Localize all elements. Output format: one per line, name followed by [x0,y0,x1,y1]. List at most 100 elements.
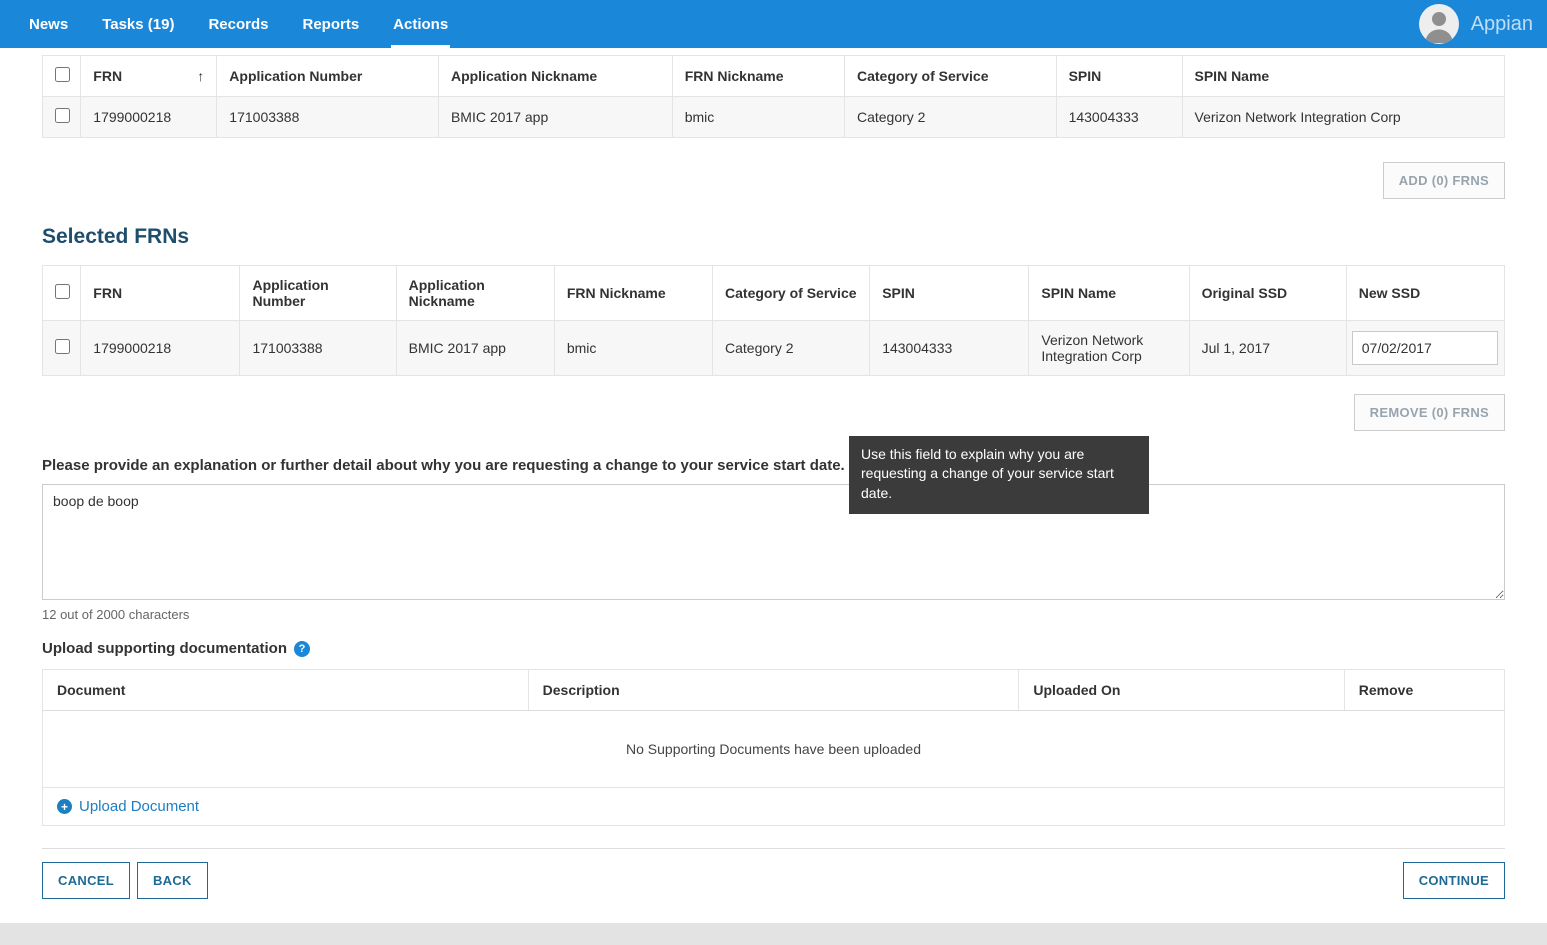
back-button[interactable]: BACK [137,862,208,899]
column-header-application-number[interactable]: Application Number [217,56,439,97]
table-row: 1799000218 171003388 BMIC 2017 app bmic … [43,97,1505,138]
column-header-spin-name[interactable]: SPIN Name [1182,56,1505,97]
nav-item-tasks[interactable]: Tasks (19) [85,0,191,48]
column-header-original-ssd[interactable]: Original SSD [1189,266,1346,321]
upload-document-link[interactable]: Upload Document [79,798,199,815]
available-frns-table: FRN ↑ Application Number Application Nic… [42,55,1505,138]
table-header-row: Document Description Uploaded On Remove [43,670,1505,711]
column-header-label: FRN Nickname [685,68,784,84]
explanation-label-row: Please provide an explanation or further… [42,457,1505,474]
select-all-checkbox[interactable] [55,284,70,299]
explanation-textarea[interactable]: boop de boop [42,484,1505,600]
main-content: FRN ↑ Application Number Application Nic… [0,48,1547,923]
column-header-label: SPIN [882,285,915,301]
row-checkbox[interactable] [55,339,70,354]
column-header-uploaded-on: Uploaded On [1019,670,1344,711]
upload-link-container: + Upload Document [42,788,1505,826]
add-frns-button-row: ADD (0) FRNS [42,162,1505,199]
column-header-application-nickname[interactable]: Application Nickname [396,266,554,321]
column-header-label: SPIN Name [1195,68,1270,84]
column-header-label: FRN [93,68,122,84]
cancel-button[interactable]: CANCEL [42,862,130,899]
empty-state-message: No Supporting Documents have been upload… [43,711,1505,788]
nav-item-records[interactable]: Records [191,0,285,48]
table-header-row: FRN ↑ Application Number Application Nic… [43,56,1505,97]
column-header-spin[interactable]: SPIN [870,266,1029,321]
upload-document-row: + Upload Document [43,788,1504,825]
column-header-label: FRN Nickname [567,285,666,301]
explanation-label: Please provide an explanation or further… [42,457,845,474]
sort-ascending-icon[interactable]: ↑ [197,68,204,84]
cell-category-of-service: Category 2 [844,97,1056,138]
column-header-label: SPIN [1069,68,1102,84]
upload-label: Upload supporting documentation [42,640,287,657]
column-header-label: SPIN Name [1041,285,1116,301]
upload-label-row: Upload supporting documentation ? [42,640,1505,657]
cell-original-ssd: Jul 1, 2017 [1189,321,1346,376]
nav-spacer [465,0,1419,48]
column-header-application-number[interactable]: Application Number [240,266,396,321]
continue-button[interactable]: CONTINUE [1403,862,1505,899]
cell-frn-nickname: bmic [554,321,712,376]
column-header-label: Application Nickname [409,277,485,309]
column-header-frn[interactable]: FRN ↑ [81,56,217,97]
cell-application-number: 171003388 [217,97,439,138]
column-header-label: Application Nickname [451,68,597,84]
brand-logo: Appian [1471,13,1533,36]
cell-application-nickname: BMIC 2017 app [438,97,672,138]
cell-new-ssd [1346,321,1504,376]
column-header-label: FRN [93,285,122,301]
column-header-category-of-service[interactable]: Category of Service [713,266,870,321]
column-header-description: Description [528,670,1019,711]
table-header-row: FRN Application Number Application Nickn… [43,266,1505,321]
empty-state-row: No Supporting Documents have been upload… [43,711,1505,788]
column-header-label: Application Number [252,277,328,309]
cell-category-of-service: Category 2 [713,321,870,376]
select-all-checkbox[interactable] [55,67,70,82]
cell-spin: 143004333 [1056,97,1182,138]
column-header-frn[interactable]: FRN [81,266,240,321]
remove-frns-button-row: REMOVE (0) FRNS [42,394,1505,431]
column-header-application-nickname[interactable]: Application Nickname [438,56,672,97]
cell-spin: 143004333 [870,321,1029,376]
character-counter: 12 out of 2000 characters [42,607,1505,622]
cell-frn: 1799000218 [81,97,217,138]
column-header-spin[interactable]: SPIN [1056,56,1182,97]
page: News Tasks (19) Records Reports Actions … [0,0,1547,945]
column-header-spin-name[interactable]: SPIN Name [1029,266,1189,321]
user-avatar[interactable] [1419,4,1459,44]
nav-item-actions[interactable]: Actions [376,0,465,48]
help-icon[interactable]: ? [294,641,310,657]
help-tooltip: Use this field to explain why you are re… [849,436,1149,514]
cell-spin-name: Verizon Network Integration Corp [1182,97,1505,138]
column-header-label: Category of Service [857,68,989,84]
column-header-new-ssd[interactable]: New SSD [1346,266,1504,321]
column-header-remove: Remove [1344,670,1504,711]
plus-circle-icon[interactable]: + [57,799,72,814]
table-row: 1799000218 171003388 BMIC 2017 app bmic … [43,321,1505,376]
column-header-category-of-service[interactable]: Category of Service [844,56,1056,97]
row-checkbox[interactable] [55,108,70,123]
add-frns-button[interactable]: ADD (0) FRNS [1383,162,1505,199]
selected-frns-table: FRN Application Number Application Nickn… [42,265,1505,376]
nav-item-reports[interactable]: Reports [285,0,376,48]
column-header-label: Original SSD [1202,285,1288,301]
selected-frns-title: Selected FRNs [42,225,1505,249]
cell-frn-nickname: bmic [672,97,844,138]
column-header-label: Category of Service [725,285,857,301]
upload-documents-table: Document Description Uploaded On Remove … [42,669,1505,788]
remove-frns-button[interactable]: REMOVE (0) FRNS [1354,394,1505,431]
nav-item-news[interactable]: News [12,0,85,48]
column-header-document: Document [43,670,529,711]
column-header-frn-nickname[interactable]: FRN Nickname [672,56,844,97]
column-header-label: New SSD [1359,285,1420,301]
cell-spin-name: Verizon Network Integration Corp [1029,321,1189,376]
new-ssd-input[interactable] [1352,331,1498,365]
top-navigation: News Tasks (19) Records Reports Actions … [0,0,1547,48]
person-icon [1419,4,1459,44]
column-header-label: Application Number [229,68,362,84]
column-header-frn-nickname[interactable]: FRN Nickname [554,266,712,321]
cell-frn: 1799000218 [81,321,240,376]
footer-button-bar: CANCEL BACK CONTINUE [42,849,1505,905]
cell-application-number: 171003388 [240,321,396,376]
